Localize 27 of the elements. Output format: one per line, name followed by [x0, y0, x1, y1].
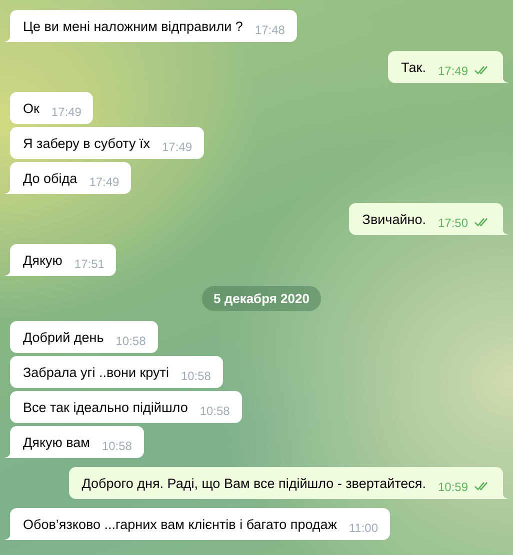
message-text: Дякую вам — [23, 434, 90, 451]
message-text: Забрала угі ..вони круті — [23, 364, 169, 381]
message-time: 17:49 — [89, 175, 120, 189]
message-time: 17:48 — [254, 23, 285, 37]
message-time: 10:58 — [102, 439, 132, 453]
date-separator: 5 декабря 2020 — [202, 286, 322, 311]
message-time: 10:58 — [200, 404, 230, 418]
message-time: 17:50 — [438, 216, 468, 230]
message-text: Ок — [23, 100, 40, 117]
message-text: Звичайно. — [362, 211, 426, 228]
message-text: Це ви мені наложним відправили ? — [23, 18, 243, 35]
message-time: 17:51 — [74, 257, 104, 271]
message-text: Я заберу в суботу їх — [23, 135, 150, 152]
message-text: Добрий день — [23, 329, 104, 346]
message-text: До обіда — [23, 170, 78, 187]
message-text: Доброго дня. Раді, що Вам все підійшло - звертайтеся. — [82, 475, 426, 492]
message-time: 17:49 — [51, 105, 82, 119]
message-text: Обов’язково ...гарних вам клієнтів і багато продаж — [23, 516, 337, 533]
message-time: 17:49 — [438, 64, 468, 78]
message-time: 11:00 — [348, 521, 378, 535]
message-time: 10:58 — [116, 334, 146, 348]
message-text: Так. — [401, 59, 426, 76]
message-time: 10:59 — [438, 480, 468, 494]
message-text: Все так ідеально підійшло — [23, 399, 188, 416]
message-time: 10:58 — [180, 369, 211, 383]
message-text: Дякую — [23, 252, 62, 269]
message-time: 17:49 — [162, 140, 192, 154]
